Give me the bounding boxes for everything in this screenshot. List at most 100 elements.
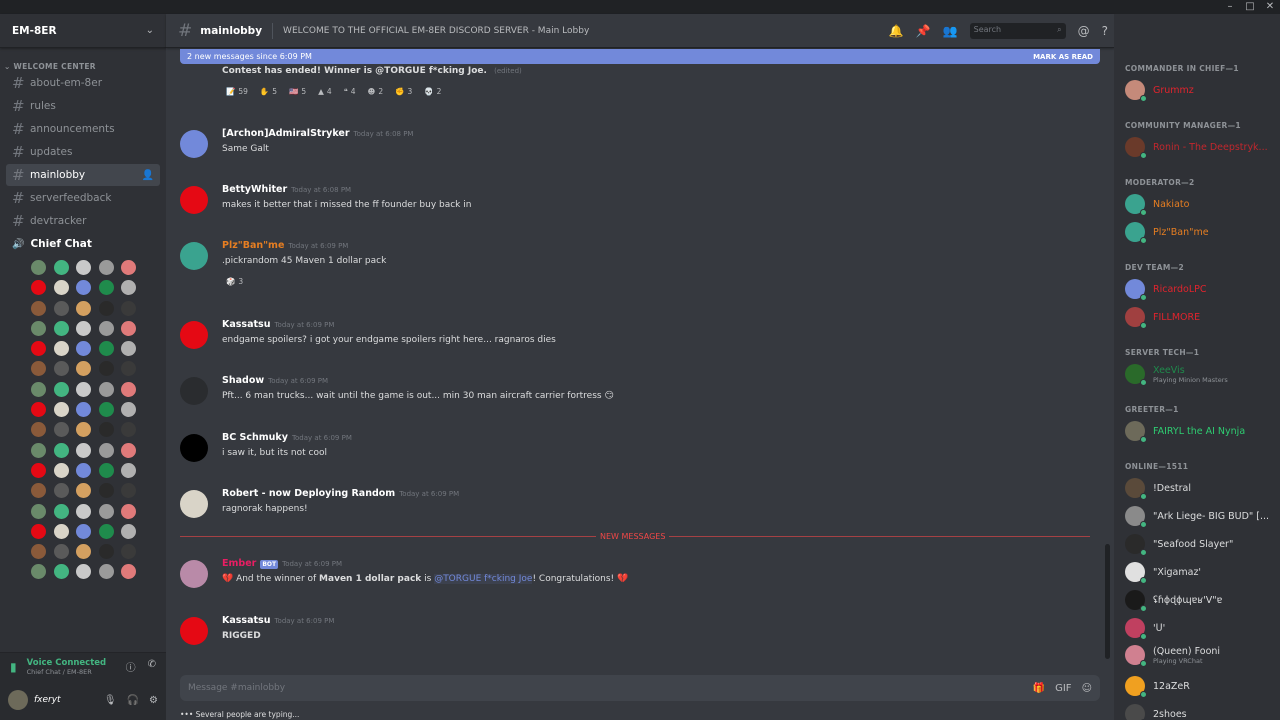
voice-participant-avatar[interactable] [121, 462, 136, 478]
voice-participant-avatar[interactable] [98, 503, 114, 519]
reaction[interactable]: 🎲 3 [222, 274, 247, 288]
voice-participant-avatar[interactable] [31, 483, 46, 499]
voice-participant-avatar[interactable] [121, 422, 136, 438]
author-name[interactable]: Kassatsu [222, 615, 270, 626]
voice-participant-avatar[interactable] [98, 442, 114, 458]
voice-participant-avatar[interactable] [53, 402, 69, 418]
voice-participant-avatar[interactable] [53, 260, 69, 275]
voice-participant-avatar[interactable] [53, 503, 69, 519]
member-item[interactable]: "Xigamaz' [1125, 560, 1201, 584]
voice-participant-avatar[interactable] [76, 381, 91, 397]
member-item[interactable]: "Seafood Slayer" [1125, 532, 1233, 556]
member-item[interactable]: XeeVis Playing Minion Masters [1125, 362, 1228, 386]
author-name[interactable]: Ember [222, 558, 256, 569]
voice-participant-avatar[interactable] [53, 381, 69, 397]
help-icon[interactable]: ? [1102, 24, 1108, 38]
voice-participant-avatar[interactable] [76, 564, 91, 580]
voice-participant-avatar[interactable] [121, 503, 136, 519]
voice-participant-avatar[interactable] [121, 381, 136, 397]
voice-participant-avatar[interactable] [98, 260, 114, 275]
add-user-icon[interactable]: 👤 [142, 170, 154, 181]
gear-icon[interactable]: ⚙ [149, 695, 158, 706]
member-item[interactable]: Nakiato [1125, 192, 1189, 216]
bell-icon[interactable]: 🔔 [889, 24, 904, 38]
voice-participant-avatar[interactable] [53, 544, 69, 560]
mark-as-read-button[interactable]: MARK AS READ [1033, 53, 1093, 61]
member-item[interactable]: "Ark Liege- BIG BUD" [... [1125, 504, 1269, 528]
avatar[interactable] [180, 434, 208, 462]
voice-participant-avatar[interactable] [53, 300, 69, 316]
reaction[interactable]: ❝ 4 [340, 84, 360, 98]
member-item[interactable]: FAIRYL the AI Nynja [1125, 419, 1245, 443]
voice-participant-avatar[interactable] [31, 564, 46, 580]
voice-participant-avatar[interactable] [121, 320, 136, 336]
voice-participant-avatar[interactable] [121, 442, 136, 458]
search-input[interactable]: Search ⌕ [969, 23, 1066, 39]
mention[interactable]: @TORGUE f*cking Joe [434, 574, 533, 584]
voice-participant-avatar[interactable] [53, 280, 69, 296]
voice-participant-avatar[interactable] [31, 503, 46, 519]
voice-participant-avatar[interactable] [76, 260, 91, 275]
channel-serverfeedback[interactable]: # serverfeedback [6, 187, 160, 209]
disconnect-icon[interactable]: ✆ [148, 659, 156, 674]
channel-about[interactable]: # about-em-8er [6, 72, 160, 94]
voice-participant-avatar[interactable] [31, 544, 46, 560]
voice-participant-avatar[interactable] [76, 503, 91, 519]
voice-participant-avatar[interactable] [53, 442, 69, 458]
member-item[interactable]: Grummz [1125, 78, 1194, 102]
close-icon[interactable]: ✕ [1260, 0, 1280, 14]
voice-participant-avatar[interactable] [76, 280, 91, 296]
voice-participant-avatar[interactable] [121, 260, 136, 275]
voice-participant-avatar[interactable] [98, 483, 114, 499]
voice-participant-avatar[interactable] [31, 442, 46, 458]
voice-participant-avatar[interactable] [121, 280, 136, 296]
avatar[interactable] [8, 690, 28, 710]
server-header[interactable]: EM-8ER ⌄ [0, 14, 166, 48]
voice-participant-avatar[interactable] [76, 361, 91, 377]
member-item[interactable]: RicardoLPC [1125, 277, 1207, 301]
voice-connected-label[interactable]: Voice Connected [27, 658, 107, 668]
voice-participant-avatar[interactable] [98, 523, 114, 539]
voice-participant-avatar[interactable] [98, 402, 114, 418]
voice-participant-avatar[interactable] [76, 523, 91, 539]
voice-participant-avatar[interactable] [121, 300, 136, 316]
voice-participant-avatar[interactable] [76, 442, 91, 458]
new-messages-bar[interactable]: 2 new messages since 6:09 PM MARK AS REA… [180, 49, 1100, 64]
voice-participant-avatar[interactable] [121, 523, 136, 539]
author-name[interactable]: Robert - now Deploying Random [222, 488, 395, 499]
voice-channel-chief-chat[interactable]: 🔊 Chief Chat [6, 233, 160, 255]
voice-participant-avatar[interactable] [121, 564, 136, 580]
avatar[interactable] [180, 242, 208, 270]
headphones-icon[interactable]: 🎧 [127, 695, 139, 706]
avatar[interactable] [180, 321, 208, 349]
author-name[interactable]: Plz"Ban"me [222, 240, 284, 251]
voice-participant-avatar[interactable] [31, 422, 46, 438]
voice-participant-avatar[interactable] [98, 300, 114, 316]
reaction[interactable]: ▲ 4 [314, 84, 336, 98]
scrollbar[interactable] [1105, 544, 1110, 659]
voice-participant-avatar[interactable] [31, 280, 46, 296]
reaction[interactable]: ✊ 3 [391, 84, 416, 98]
voice-participant-avatar[interactable] [121, 402, 136, 418]
voice-participant-avatar[interactable] [98, 280, 114, 296]
channel-rules[interactable]: # rules [6, 95, 160, 117]
voice-participant-avatar[interactable] [121, 483, 136, 499]
author-name[interactable]: Kassatsu [222, 319, 270, 330]
member-item[interactable]: Plz"Ban"me [1125, 220, 1209, 244]
voice-participant-avatar[interactable] [53, 462, 69, 478]
voice-participant-avatar[interactable] [121, 544, 136, 560]
minimize-icon[interactable]: – [1220, 0, 1240, 14]
voice-participant-avatar[interactable] [31, 300, 46, 316]
member-item[interactable]: ʢɦɸɖɸɰɐʁ'V"ɐ [1125, 588, 1222, 612]
chevron-down-icon[interactable]: ⌄ [146, 25, 154, 36]
voice-participant-avatar[interactable] [31, 320, 46, 336]
voice-participant-avatar[interactable] [31, 462, 46, 478]
avatar[interactable] [180, 617, 208, 645]
voice-participant-avatar[interactable] [76, 300, 91, 316]
reaction[interactable]: 🇺🇸 5 [285, 84, 310, 98]
voice-participant-avatar[interactable] [31, 341, 46, 357]
avatar[interactable] [180, 130, 208, 158]
member-item[interactable]: 'ᑌ' [1125, 616, 1165, 640]
message-input[interactable]: Message #mainlobby 🎁 GIF ☺ [180, 675, 1100, 701]
emoji-icon[interactable]: ☺ [1082, 683, 1092, 694]
